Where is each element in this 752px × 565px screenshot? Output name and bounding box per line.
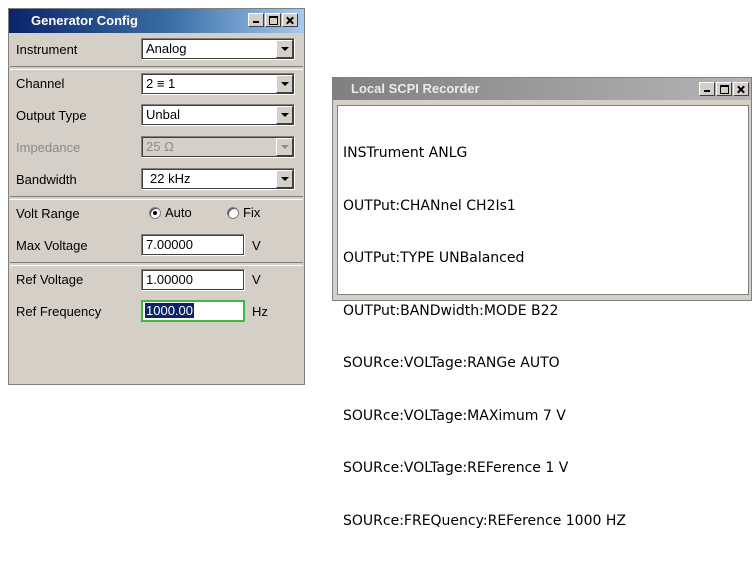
radio-icon[interactable] <box>227 206 239 219</box>
output-type-row: Output Type Unbal <box>9 99 304 131</box>
dropdown-arrow-icon[interactable] <box>276 170 293 188</box>
log-line: SOURce:FREQuency:REFerence 1000 HZ <box>343 512 626 529</box>
close-icon[interactable] <box>733 82 749 96</box>
channel-label: Channel <box>16 76 65 91</box>
channel-select[interactable]: 2 ≡ 1 <box>141 73 295 95</box>
volt-range-label: Volt Range <box>16 206 80 221</box>
impedance-row: Impedance 25 Ω <box>9 131 304 163</box>
output-type-value: Unbal <box>146 107 180 122</box>
log-line: OUTPut:TYPE UNBalanced <box>343 250 525 266</box>
max-voltage-unit: V <box>252 238 261 253</box>
ref-frequency-value: 1000.00 <box>145 303 194 318</box>
ref-frequency-label: Ref Frequency <box>16 304 102 319</box>
maximize-icon[interactable] <box>716 82 732 96</box>
log-line: SOURce:VOLTage:RANGe AUTO <box>343 355 560 371</box>
dropdown-arrow-icon[interactable] <box>276 75 293 93</box>
generator-config-panel: Generator Config Instrument Analog Chann… <box>8 8 305 385</box>
volt-range-auto-radio[interactable]: Auto <box>149 205 192 220</box>
maximize-icon[interactable] <box>265 13 281 27</box>
ref-voltage-input[interactable]: 1.00000 <box>141 269 245 291</box>
bandwidth-value: 22 kHz <box>150 171 191 186</box>
dropdown-arrow-icon <box>276 138 293 156</box>
ref-voltage-unit: V <box>252 272 261 287</box>
log-line: SOURce:VOLTage:REFerence 1 V <box>343 460 569 476</box>
volt-range-fix-radio[interactable]: Fix <box>227 205 260 220</box>
ref-voltage-row: Ref Voltage 1.00000 V <box>9 263 304 295</box>
max-voltage-input[interactable]: 7.00000 <box>141 234 245 256</box>
volt-range-row: Volt Range Auto Fix <box>9 197 304 229</box>
dropdown-arrow-icon[interactable] <box>276 40 293 58</box>
recorder-log[interactable]: INSTrument ANLG OUTPut:CHANnel CH2Is1 OU… <box>337 105 749 529</box>
ref-voltage-value: 1.00000 <box>146 272 193 287</box>
volt-range-fix-label: Fix <box>243 205 261 220</box>
log-line: OUTPut:BANDwidth:MODE B22 <box>343 302 559 319</box>
ref-frequency-row: Ref Frequency 1000.00 Hz <box>9 295 304 327</box>
log-line: OUTPut:CHANnel CH2Is1 <box>343 197 516 214</box>
max-voltage-value: 7.00000 <box>146 237 193 252</box>
generator-title-bar[interactable]: Generator Config <box>9 9 304 33</box>
close-icon[interactable] <box>282 13 298 27</box>
impedance-value: 25 Ω <box>146 139 174 154</box>
bandwidth-select[interactable]: 22 kHz <box>141 168 295 190</box>
bandwidth-label: Bandwidth <box>16 172 77 187</box>
channel-value: 2 ≡ 1 <box>146 76 176 91</box>
impedance-select: 25 Ω <box>141 136 295 158</box>
instrument-row: Instrument Analog <box>9 33 304 65</box>
output-type-select[interactable]: Unbal <box>141 104 295 126</box>
instrument-value: Analog <box>146 41 187 56</box>
dropdown-arrow-icon[interactable] <box>276 106 293 124</box>
log-line: INSTrument ANLG <box>343 145 468 161</box>
instrument-select[interactable]: Analog <box>141 38 295 60</box>
generator-title: Generator Config <box>31 13 138 28</box>
ref-frequency-unit: Hz <box>252 304 268 319</box>
ref-voltage-label: Ref Voltage <box>16 272 84 287</box>
channel-row: Channel 2 ≡ 1 <box>9 67 304 99</box>
recorder-title-bar[interactable]: Local SCPI Recorder <box>333 78 751 100</box>
max-voltage-label: Max Voltage <box>16 238 88 253</box>
ref-frequency-input[interactable]: 1000.00 <box>141 300 245 322</box>
log-line: SOURce:VOLTage:MAXimum 7 V <box>343 407 566 424</box>
volt-range-auto-label: Auto <box>165 205 192 220</box>
scpi-recorder-window: Local SCPI Recorder INSTrument ANLG OUTP… <box>332 77 752 529</box>
minimize-icon[interactable] <box>699 82 715 96</box>
bandwidth-row: Bandwidth 22 kHz <box>9 163 304 195</box>
recorder-title: Local SCPI Recorder <box>351 81 480 96</box>
radio-icon[interactable] <box>149 206 161 219</box>
instrument-label: Instrument <box>16 42 78 57</box>
max-voltage-row: Max Voltage 7.00000 V <box>9 229 304 261</box>
minimize-icon[interactable] <box>248 13 264 27</box>
output-type-label: Output Type <box>16 108 87 123</box>
impedance-label: Impedance <box>16 140 81 155</box>
